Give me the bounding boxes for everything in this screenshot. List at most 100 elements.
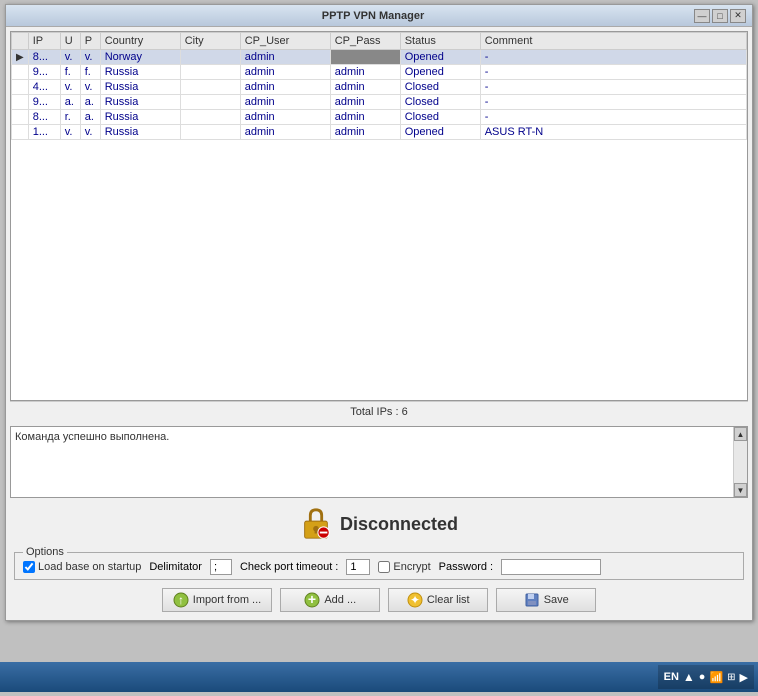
row-comment: -: [480, 80, 746, 95]
col-status: Status: [400, 33, 480, 50]
row-city: [180, 80, 240, 95]
row-comment: -: [480, 65, 746, 80]
scroll-up-button[interactable]: ▲: [734, 427, 747, 441]
signal-icon: 📶: [709, 671, 723, 684]
row-cp-user: admin: [240, 125, 330, 140]
svg-text:↑: ↑: [178, 593, 184, 607]
col-cp-pass: CP_Pass: [330, 33, 400, 50]
row-ip: 8...: [28, 50, 60, 65]
delimiter-input[interactable]: ;: [210, 559, 232, 575]
options-row: Load base on startup Delimitator ; Check…: [23, 559, 735, 575]
taskbar: EN ▲ ● 📶 ⊞ ▶: [0, 662, 758, 692]
add-icon: +: [304, 592, 320, 608]
save-button[interactable]: Save: [496, 588, 596, 612]
row-cp-pass: admin: [330, 80, 400, 95]
scroll-down-button[interactable]: ▼: [734, 483, 747, 497]
row-p: v.: [80, 80, 100, 95]
row-country: Russia: [100, 125, 180, 140]
row-comment: -: [480, 95, 746, 110]
table-header: IP U P Country City CP_User CP_Pass Stat…: [12, 33, 747, 50]
col-country: Country: [100, 33, 180, 50]
row-status: Closed: [400, 110, 480, 125]
row-p: v.: [80, 50, 100, 65]
row-ip: 1...: [28, 125, 60, 140]
clock: ▶: [740, 671, 748, 684]
row-country: Norway: [100, 50, 180, 65]
window-title: PPTP VPN Manager: [52, 10, 694, 22]
row-u: v.: [60, 125, 80, 140]
row-p: a.: [80, 95, 100, 110]
encrypt-label[interactable]: Encrypt: [378, 561, 430, 573]
row-country: Russia: [100, 65, 180, 80]
delimiter-label: Delimitator: [149, 561, 202, 573]
add-button[interactable]: + Add ...: [280, 588, 380, 612]
row-u: f.: [60, 65, 80, 80]
row-country: Russia: [100, 95, 180, 110]
row-cp-user: admin: [240, 95, 330, 110]
table-row[interactable]: ▶8...v.v.NorwayadminOpened-: [12, 50, 747, 65]
lang-indicator: EN: [664, 671, 679, 683]
col-city: City: [180, 33, 240, 50]
load-base-label[interactable]: Load base on startup: [23, 561, 141, 573]
load-base-checkbox[interactable]: [23, 561, 35, 573]
row-u: r.: [60, 110, 80, 125]
maximize-button[interactable]: □: [712, 9, 728, 23]
import-icon: ↑: [173, 592, 189, 608]
row-u: a.: [60, 95, 80, 110]
table-body: ▶8...v.v.NorwayadminOpened-9...f.f.Russi…: [12, 50, 747, 140]
window-controls: — □ ✕: [694, 9, 746, 23]
network-icon: ▲: [683, 670, 695, 684]
check-port-input[interactable]: 1: [346, 559, 370, 575]
encrypt-checkbox[interactable]: [378, 561, 390, 573]
title-bar: PPTP VPN Manager — □ ✕: [6, 5, 752, 27]
table-row[interactable]: 1...v.v.RussiaadminadminOpenedASUS RT-N: [12, 125, 747, 140]
table-row[interactable]: 8...r.a.RussiaadminadminClosed-: [12, 110, 747, 125]
log-scrollbar: ▲ ▼: [733, 427, 747, 497]
battery-icon: ⊞: [727, 672, 735, 683]
buttons-row: ↑ Import from ... + Add ...: [10, 582, 748, 616]
row-cp-user: admin: [240, 110, 330, 125]
password-label: Password :: [439, 561, 493, 573]
row-ip: 9...: [28, 95, 60, 110]
col-comment: Comment: [480, 33, 746, 50]
row-cp-user: admin: [240, 50, 330, 65]
volume-icon: ●: [699, 671, 706, 683]
table-row[interactable]: 4...v.v.RussiaadminadminClosed-: [12, 80, 747, 95]
col-p: P: [80, 33, 100, 50]
row-city: [180, 110, 240, 125]
row-arrow: [12, 65, 29, 80]
clear-button[interactable]: ✦ Clear list: [388, 588, 488, 612]
row-comment: ASUS RT-N: [480, 125, 746, 140]
row-city: [180, 95, 240, 110]
minimize-button[interactable]: —: [694, 9, 710, 23]
row-cp-pass: admin: [330, 65, 400, 80]
table-row[interactable]: 9...a.a.RussiaadminadminClosed-: [12, 95, 747, 110]
import-label: Import from ...: [193, 594, 261, 606]
row-cp-pass: [330, 50, 400, 65]
row-ip: 8...: [28, 110, 60, 125]
row-p: a.: [80, 110, 100, 125]
disconnected-label: Disconnected: [340, 514, 458, 535]
svg-text:+: +: [308, 592, 316, 607]
password-input[interactable]: [501, 559, 601, 575]
row-u: v.: [60, 80, 80, 95]
row-cp-user: admin: [240, 80, 330, 95]
row-ip: 4...: [28, 80, 60, 95]
row-arrow: [12, 110, 29, 125]
row-status: Closed: [400, 80, 480, 95]
col-ip: IP: [28, 33, 60, 50]
row-arrow: [12, 80, 29, 95]
save-icon: [524, 592, 540, 608]
import-button[interactable]: ↑ Import from ...: [162, 588, 272, 612]
svg-text:✦: ✦: [410, 593, 420, 607]
row-status: Closed: [400, 95, 480, 110]
table-row[interactable]: 9...f.f.RussiaadminadminOpened-: [12, 65, 747, 80]
row-cp-user: admin: [240, 65, 330, 80]
row-p: f.: [80, 65, 100, 80]
log-text: Команда успешно выполнена.: [15, 431, 743, 443]
row-status: Opened: [400, 50, 480, 65]
close-button[interactable]: ✕: [730, 9, 746, 23]
col-u: U: [60, 33, 80, 50]
options-legend: Options: [23, 546, 67, 558]
lock-icon: [300, 506, 332, 542]
